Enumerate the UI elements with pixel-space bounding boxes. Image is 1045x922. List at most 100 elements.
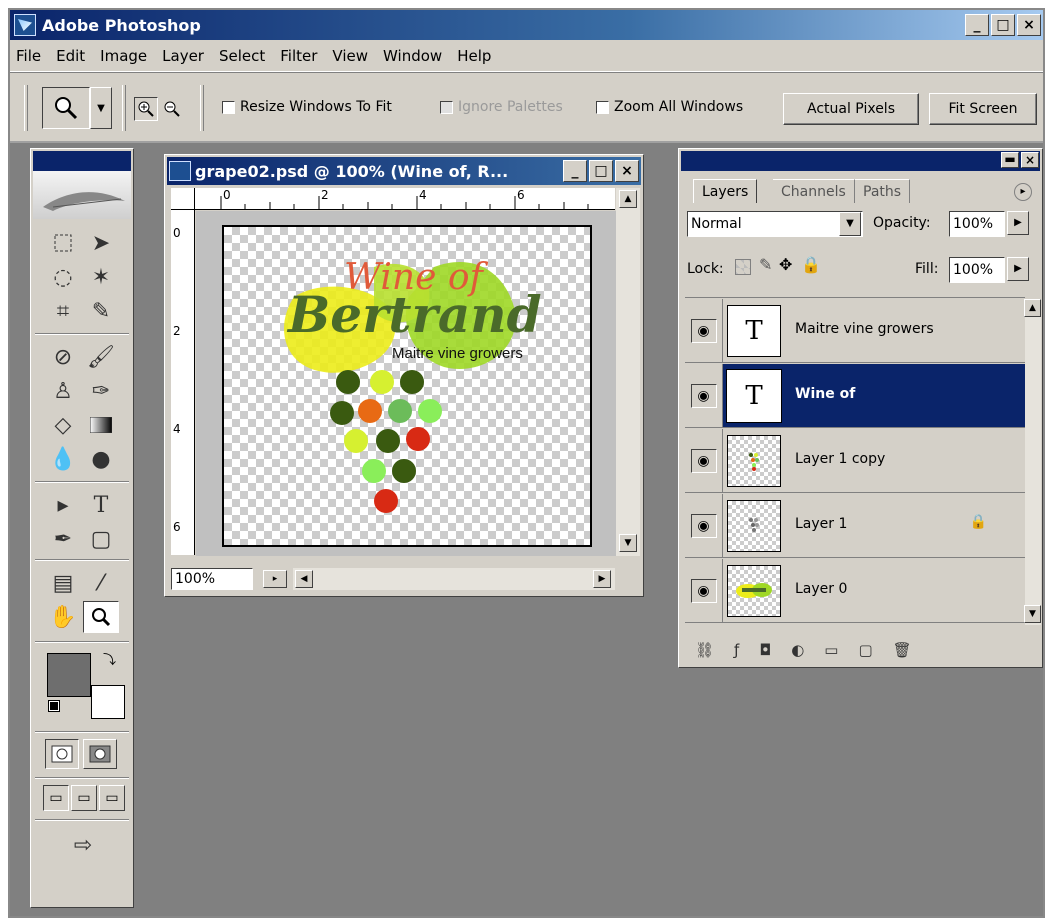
- maximize-button[interactable]: □: [991, 14, 1015, 36]
- tab-layers[interactable]: Layers: [693, 179, 758, 203]
- palette-close-button[interactable]: ×: [1021, 152, 1039, 168]
- menu-help[interactable]: Help: [457, 47, 491, 65]
- eye-icon[interactable]: ◉: [690, 318, 717, 343]
- layer-row-maitre[interactable]: ◉ T Maitre vine growers: [685, 299, 1025, 363]
- scroll-right-arrow[interactable]: ▶: [593, 570, 611, 588]
- screen-mode-fullmenu-icon[interactable]: ▭: [71, 785, 97, 811]
- zoom-level-field[interactable]: 100%: [171, 568, 253, 590]
- tab-channels[interactable]: Channels: [773, 179, 855, 203]
- menu-view[interactable]: View: [332, 47, 368, 65]
- new-layer-icon[interactable]: ▢: [858, 641, 872, 659]
- palette-minimize-button[interactable]: ▬: [1001, 152, 1019, 168]
- menu-edit[interactable]: Edit: [56, 47, 85, 65]
- standard-mode-button[interactable]: [45, 739, 79, 769]
- history-brush-icon[interactable]: ✑: [83, 375, 119, 407]
- zoom-in-button[interactable]: [134, 97, 158, 121]
- doc-minimize-button[interactable]: _: [563, 160, 587, 182]
- options-grip[interactable]: [24, 85, 28, 131]
- layers-palette-header[interactable]: ▬ ×: [681, 151, 1040, 171]
- layers-scroll-up[interactable]: ▲: [1024, 299, 1041, 317]
- swap-colors-icon[interactable]: ⤵: [103, 649, 116, 668]
- layer-row-layer1-copy[interactable]: ◉ Layer 1 copy: [685, 429, 1025, 493]
- marquee-tool-icon[interactable]: [45, 227, 81, 259]
- minimize-button[interactable]: _: [965, 14, 989, 36]
- horizontal-ruler[interactable]: 0 2 4 6: [195, 188, 615, 210]
- doc-horizontal-scrollbar[interactable]: ◀ ▶: [293, 568, 615, 590]
- slice-tool-icon[interactable]: ✎: [83, 295, 119, 327]
- screen-mode-full-icon[interactable]: ▭: [99, 785, 125, 811]
- delete-layer-icon[interactable]: 🗑: [893, 641, 912, 659]
- doc-close-button[interactable]: ×: [615, 160, 639, 182]
- new-group-icon[interactable]: ▭: [824, 641, 838, 659]
- blend-mode-dropdown[interactable]: ▼: [839, 212, 861, 236]
- shape-tool-icon[interactable]: ▢: [83, 523, 119, 555]
- clone-stamp-icon[interactable]: ♙: [45, 375, 81, 407]
- actual-pixels-button[interactable]: Actual Pixels: [783, 93, 919, 125]
- eye-icon[interactable]: ◉: [690, 383, 717, 408]
- hand-tool-icon[interactable]: ✋: [45, 601, 81, 633]
- blend-mode-select[interactable]: Normal: [687, 211, 863, 237]
- scroll-left-arrow[interactable]: ◀: [295, 570, 313, 588]
- menu-select[interactable]: Select: [219, 47, 265, 65]
- ruler-origin[interactable]: [171, 188, 195, 210]
- close-button[interactable]: ×: [1017, 14, 1041, 36]
- image-canvas[interactable]: Wine of Bertrand Maitre vine growers: [222, 225, 592, 547]
- toolbox-header[interactable]: [33, 151, 131, 171]
- quick-mask-button[interactable]: [83, 739, 117, 769]
- fill-slider-button[interactable]: ▶: [1007, 257, 1029, 281]
- lock-all-icon[interactable]: 🔒: [801, 255, 821, 274]
- lock-transparency-icon[interactable]: [735, 259, 751, 275]
- lock-position-icon[interactable]: ✥: [779, 255, 792, 274]
- zoom-tool-preset-button[interactable]: [42, 87, 90, 129]
- doc-vertical-scrollbar[interactable]: ▲ ▼: [616, 188, 640, 556]
- zoom-tool-icon[interactable]: [83, 601, 119, 633]
- eraser-tool-icon[interactable]: ◇: [45, 409, 81, 441]
- menu-layer[interactable]: Layer: [162, 47, 204, 65]
- add-mask-icon[interactable]: ◘: [759, 641, 771, 659]
- scroll-down-arrow[interactable]: ▼: [619, 534, 637, 552]
- jump-to-imageready-icon[interactable]: ⇨: [61, 829, 105, 861]
- screen-mode-standard-icon[interactable]: ▭: [43, 785, 69, 811]
- notes-tool-icon[interactable]: ▤: [45, 567, 81, 599]
- opacity-field[interactable]: 100%: [949, 211, 1005, 237]
- type-tool-icon[interactable]: T: [83, 489, 119, 521]
- canvas-area[interactable]: Wine of Bertrand Maitre vine growers: [196, 211, 616, 556]
- menu-window[interactable]: Window: [383, 47, 442, 65]
- brush-tool-icon[interactable]: 🖌: [83, 341, 119, 373]
- layer-row-layer1[interactable]: ◉ Layer 1 🔒: [685, 494, 1025, 558]
- link-layers-icon[interactable]: ⛓: [695, 641, 714, 659]
- dodge-tool-icon[interactable]: ●: [83, 443, 119, 475]
- tab-paths[interactable]: Paths: [855, 179, 911, 203]
- layers-scroll-down[interactable]: ▼: [1024, 605, 1041, 623]
- crop-tool-icon[interactable]: ⌗: [45, 295, 81, 327]
- doc-maximize-button[interactable]: □: [589, 160, 613, 182]
- lock-pixels-icon[interactable]: ✎: [759, 255, 772, 274]
- fit-screen-button[interactable]: Fit Screen: [929, 93, 1037, 125]
- healing-brush-icon[interactable]: ⊘: [45, 341, 81, 373]
- blur-tool-icon[interactable]: 💧: [45, 443, 81, 475]
- gradient-tool-icon[interactable]: [83, 409, 119, 441]
- menu-image[interactable]: Image: [100, 47, 147, 65]
- fill-field[interactable]: 100%: [949, 257, 1005, 283]
- lasso-tool-icon[interactable]: ◌: [45, 261, 81, 293]
- document-title-bar[interactable]: grape02.psd @ 100% (Wine of, R... _ □ ×: [167, 157, 641, 185]
- menu-file[interactable]: File: [16, 47, 41, 65]
- layer-style-icon[interactable]: ƒ: [734, 641, 739, 659]
- zoom-out-button[interactable]: [160, 97, 184, 121]
- eye-icon[interactable]: ◉: [690, 578, 717, 603]
- foreground-color-swatch[interactable]: [47, 653, 91, 697]
- pen-tool-icon[interactable]: ✒: [45, 523, 81, 555]
- magic-wand-icon[interactable]: ✶: [83, 261, 119, 293]
- layer-row-layer0[interactable]: ◉ Layer 0: [685, 559, 1025, 623]
- default-colors-icon[interactable]: [48, 700, 60, 712]
- path-selection-icon[interactable]: ▸: [45, 489, 81, 521]
- status-menu-button[interactable]: ▸: [263, 570, 287, 588]
- background-color-swatch[interactable]: [91, 685, 125, 719]
- menu-filter[interactable]: Filter: [280, 47, 317, 65]
- eyedropper-icon[interactable]: ⁄: [83, 567, 119, 599]
- zoom-all-windows-checkbox[interactable]: Zoom All Windows: [596, 99, 743, 115]
- tool-preset-dropdown[interactable]: ▼: [90, 87, 112, 129]
- palette-menu-icon[interactable]: ▸: [1014, 183, 1032, 201]
- vertical-ruler[interactable]: 0 2 4 6: [171, 210, 195, 555]
- opacity-slider-button[interactable]: ▶: [1007, 211, 1029, 235]
